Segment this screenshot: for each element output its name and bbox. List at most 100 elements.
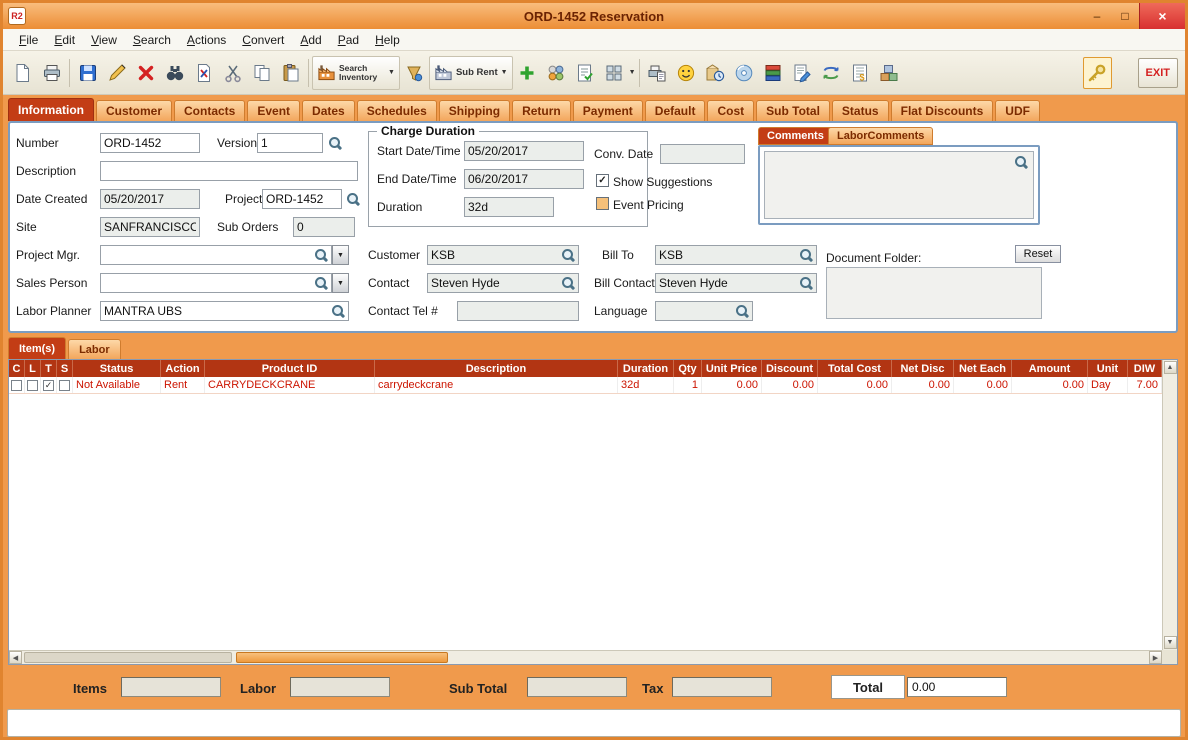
comments-textarea[interactable] <box>764 151 1034 219</box>
contact-field[interactable]: Steven Hyde <box>427 273 579 293</box>
col-status[interactable]: Status <box>73 360 161 377</box>
add-button[interactable] <box>513 57 542 89</box>
tab-return[interactable]: Return <box>512 100 571 121</box>
copy-button[interactable] <box>247 57 276 89</box>
c-checkbox[interactable] <box>11 379 22 391</box>
scroll-left-icon[interactable]: ◀ <box>9 651 22 664</box>
tab-udf[interactable]: UDF <box>995 100 1040 121</box>
smiley-button[interactable] <box>672 57 701 89</box>
tab-flat-discounts[interactable]: Flat Discounts <box>890 100 994 121</box>
col-total-cost[interactable]: Total Cost <box>818 360 892 377</box>
sales-person-dropdown[interactable]: ▼ <box>332 273 349 293</box>
col-net-each[interactable]: Net Each <box>954 360 1012 377</box>
col-s[interactable]: S <box>57 360 73 377</box>
show-suggestions-checkbox[interactable] <box>596 174 609 187</box>
scroll-up-icon[interactable]: ▲ <box>1163 361 1177 374</box>
sales-person-field[interactable] <box>100 273 332 293</box>
comments-search-icon[interactable] <box>1014 155 1028 169</box>
menu-help[interactable]: Help <box>367 31 408 49</box>
bill-to-search-icon[interactable] <box>799 248 813 262</box>
disc-button[interactable] <box>730 57 759 89</box>
package-time-button[interactable] <box>701 57 730 89</box>
sub-rent-button[interactable]: Sub Rent ▼ <box>428 55 513 90</box>
project-mgr-dropdown[interactable]: ▼ <box>332 245 349 265</box>
menu-view[interactable]: View <box>83 31 125 49</box>
scroll-right-icon[interactable]: ▶ <box>1149 651 1162 664</box>
col-discount[interactable]: Discount <box>762 360 818 377</box>
event-pricing-checkbox[interactable] <box>596 197 609 210</box>
tab-contacts[interactable]: Contacts <box>174 100 246 121</box>
menu-actions[interactable]: Actions <box>179 31 234 49</box>
menu-search[interactable]: Search <box>125 31 179 49</box>
vertical-scrollbar[interactable]: ▲ ▼ <box>1162 360 1177 650</box>
bill-contact-field[interactable]: Steven Hyde <box>655 273 817 293</box>
tab-information[interactable]: Information <box>8 98 94 121</box>
tab-schedules[interactable]: Schedules <box>356 100 437 121</box>
tab-labor[interactable]: Labor <box>68 339 121 359</box>
exit-button[interactable]: EXIT <box>1137 57 1178 88</box>
col-unit[interactable]: Unit <box>1088 360 1128 377</box>
tab-comments[interactable]: Comments <box>758 127 833 145</box>
hscroll-thumb[interactable] <box>236 652 448 663</box>
catalog-button[interactable] <box>759 57 788 89</box>
menu-file[interactable]: File <box>11 31 46 49</box>
print-button[interactable] <box>37 57 66 89</box>
hscroll-pane-segment[interactable] <box>24 652 232 663</box>
bill-contact-search-icon[interactable] <box>799 276 813 290</box>
tab-status[interactable]: Status <box>831 100 889 121</box>
close-button[interactable]: × <box>1139 3 1185 29</box>
sales-person-search-icon[interactable] <box>314 276 328 290</box>
language-search-icon[interactable] <box>735 304 749 318</box>
paste-button[interactable] <box>276 57 305 89</box>
start-date-field[interactable]: 05/20/2017 <box>464 141 584 161</box>
tab-sub-total[interactable]: Sub Total <box>756 100 830 121</box>
project-search-icon[interactable] <box>346 192 360 206</box>
col-diw[interactable]: DIW <box>1128 360 1162 377</box>
col-unit-price[interactable]: Unit Price <box>702 360 762 377</box>
menu-convert[interactable]: Convert <box>234 31 292 49</box>
cut-page-button[interactable] <box>189 57 218 89</box>
number-field[interactable]: ORD-1452 <box>100 133 200 153</box>
customer-field[interactable]: KSB <box>427 245 579 265</box>
money-report-button[interactable]: $ <box>846 57 875 89</box>
minimize-button[interactable]: – <box>1083 3 1111 29</box>
col-l[interactable]: L <box>25 360 41 377</box>
menu-add[interactable]: Add <box>292 31 329 49</box>
tab-default[interactable]: Default <box>644 100 706 121</box>
col-product-id[interactable]: Product ID <box>205 360 375 377</box>
magic-wand-button[interactable] <box>1082 56 1112 89</box>
document-folder-box[interactable] <box>826 267 1042 319</box>
report-button[interactable] <box>643 57 672 89</box>
labor-planner-field[interactable]: MANTRA UBS <box>100 301 349 321</box>
horizontal-scrollbar[interactable]: ◀ ▶ <box>9 650 1162 664</box>
description-field[interactable] <box>100 161 358 181</box>
col-c[interactable]: C <box>9 360 25 377</box>
edit-button[interactable] <box>102 57 131 89</box>
bill-to-field[interactable]: KSB <box>655 245 817 265</box>
end-date-field[interactable]: 06/20/2017 <box>464 169 584 189</box>
shipping-button[interactable] <box>875 57 904 89</box>
labor-planner-search-icon[interactable] <box>331 304 345 318</box>
item-row[interactable]: Not Available Rent CARRYDECKCRANE carryd… <box>9 377 1177 394</box>
groups-button[interactable] <box>542 57 571 89</box>
project-field[interactable]: ORD-1452 <box>262 189 342 209</box>
customer-search-icon[interactable] <box>561 248 575 262</box>
dropdown-icon[interactable]: ▼ <box>629 69 636 76</box>
tab-items[interactable]: Item(s) <box>8 337 67 359</box>
s-checkbox[interactable] <box>59 379 70 391</box>
new-document-button[interactable] <box>8 57 37 89</box>
fill-button[interactable] <box>400 57 429 89</box>
col-action[interactable]: Action <box>161 360 205 377</box>
col-duration[interactable]: Duration <box>618 360 674 377</box>
checklist-button[interactable] <box>571 57 600 89</box>
language-field[interactable] <box>655 301 753 321</box>
cut-button[interactable] <box>218 57 247 89</box>
menu-pad[interactable]: Pad <box>330 31 367 49</box>
delete-button[interactable] <box>131 57 160 89</box>
tab-labor-comments[interactable]: LaborComments <box>828 127 934 145</box>
col-qty[interactable]: Qty <box>674 360 702 377</box>
project-mgr-field[interactable] <box>100 245 332 265</box>
tab-customer[interactable]: Customer <box>96 100 173 121</box>
tab-payment[interactable]: Payment <box>572 100 643 121</box>
conv-date-field[interactable] <box>660 144 745 164</box>
